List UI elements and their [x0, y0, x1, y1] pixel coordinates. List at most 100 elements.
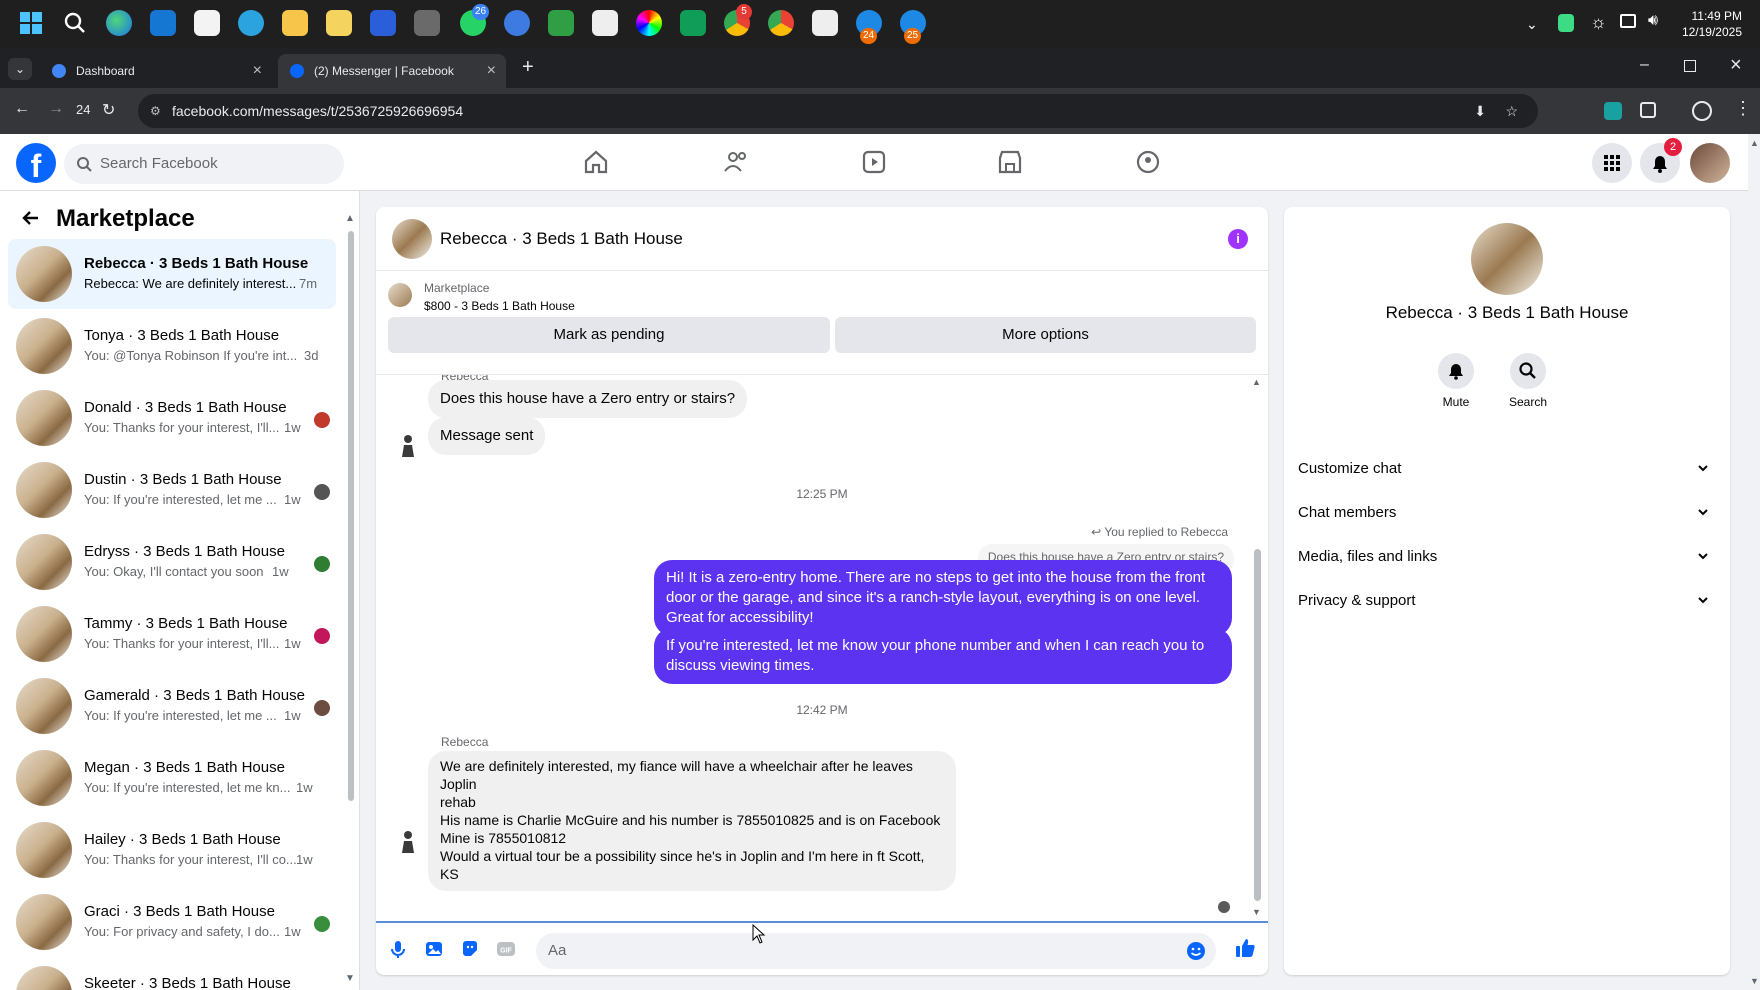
incoming-message[interactable]: Message sent — [428, 417, 546, 455]
close-tab-icon[interactable]: × — [253, 54, 262, 88]
windows-start-icon[interactable] — [18, 10, 44, 36]
marketplace-icon[interactable] — [990, 144, 1030, 180]
tray-security-icon[interactable] — [1558, 14, 1574, 32]
page-scroll-up-icon[interactable]: ▲ — [1750, 138, 1759, 148]
outgoing-message[interactable]: Hi! It is a zero-entry home. There are n… — [654, 560, 1232, 636]
install-app-icon[interactable]: ⬇ — [1474, 94, 1486, 128]
conversation-item[interactable]: Tammy · 3 Beds 1 Bath House You: Thanks … — [8, 599, 336, 669]
app-icon-3[interactable] — [504, 10, 530, 36]
info-icon[interactable]: i — [1228, 229, 1248, 249]
search-input[interactable]: Search Facebook — [64, 144, 344, 184]
address-bar[interactable]: ⚙ facebook.com/messages/t/25367259266969… — [138, 94, 1538, 128]
account-avatar[interactable] — [1690, 143, 1730, 183]
chat-members-row[interactable]: Chat members — [1298, 493, 1716, 533]
store-icon[interactable] — [194, 10, 220, 36]
app-icon-6[interactable] — [812, 10, 838, 36]
conversation-item[interactable]: Megan · 3 Beds 1 Bath House You: If you'… — [8, 743, 336, 813]
app-icon-4[interactable] — [592, 10, 618, 36]
site-info-icon[interactable]: ⚙ — [150, 94, 161, 128]
close-window-icon[interactable]: × — [1730, 54, 1742, 77]
microphone-icon[interactable] — [388, 939, 408, 959]
conversation-list-scrollbar[interactable] — [348, 231, 354, 801]
restore-icon[interactable] — [1684, 60, 1696, 72]
tray-chevron-icon[interactable]: ⌄ — [1526, 16, 1538, 33]
more-options-button[interactable]: More options — [835, 317, 1256, 353]
mute-button[interactable]: Mute — [1424, 353, 1488, 409]
gif-icon[interactable]: GIF — [496, 939, 516, 959]
details-avatar[interactable] — [1471, 223, 1543, 295]
tab-dashboard[interactable]: Dashboard × — [40, 54, 272, 88]
scroll-down-icon[interactable]: ▼ — [345, 973, 355, 984]
mark-as-pending-button[interactable]: Mark as pending — [388, 317, 830, 353]
browser-menu-icon[interactable]: ⋮ — [1734, 98, 1752, 119]
notepad-icon[interactable] — [326, 10, 352, 36]
home-icon[interactable] — [576, 144, 616, 180]
reload-icon[interactable]: ↻ — [102, 100, 115, 120]
app-icon-2[interactable] — [414, 10, 440, 36]
minimize-icon[interactable]: – — [1640, 56, 1649, 74]
listing-thumbnail[interactable] — [388, 283, 412, 307]
conversation-item[interactable]: Gamerald · 3 Beds 1 Bath House You: If y… — [8, 671, 336, 741]
page-scroll-down-icon[interactable]: ▼ — [1750, 976, 1759, 986]
network-icon[interactable] — [1620, 14, 1636, 28]
volume-icon[interactable]: 🔊︎ — [1648, 12, 1658, 30]
customize-chat-row[interactable]: Customize chat — [1298, 449, 1716, 489]
media-files-links-row[interactable]: Media, files and links — [1298, 537, 1716, 577]
conversation-item[interactable]: Tonya · 3 Beds 1 Bath House You: @Tonya … — [8, 311, 336, 381]
scroll-down-icon[interactable]: ▼ — [1252, 907, 1261, 917]
conversation-item[interactable]: Rebecca · 3 Beds 1 Bath House Rebecca: W… — [8, 239, 336, 309]
sender-avatar-icon[interactable] — [394, 431, 422, 459]
conversation-item[interactable]: Dustin · 3 Beds 1 Bath House You: If you… — [8, 455, 336, 525]
message-input[interactable]: Aa — [536, 933, 1216, 969]
conversation-item[interactable]: Skeeter · 3 Beds 1 Bath House — [8, 959, 336, 990]
forward-icon[interactable]: → — [48, 100, 64, 118]
bookmark-star-icon[interactable]: ☆ — [1505, 94, 1518, 128]
friends-icon[interactable] — [716, 144, 756, 180]
profile-icon[interactable] — [1692, 101, 1712, 121]
file-explorer-icon[interactable] — [282, 10, 308, 36]
color-app-icon[interactable] — [636, 10, 662, 36]
app-icon[interactable] — [370, 10, 396, 36]
message-scrollbar[interactable] — [1254, 549, 1261, 901]
outlook-icon[interactable] — [150, 10, 176, 36]
conversation-item[interactable]: Hailey · 3 Beds 1 Bath House You: Thanks… — [8, 815, 336, 885]
sticker-icon[interactable] — [460, 939, 480, 959]
watch-icon[interactable] — [854, 144, 894, 180]
app-icon-5[interactable] — [680, 10, 706, 36]
edge-icon[interactable] — [106, 10, 132, 36]
tab-messenger[interactable]: (2) Messenger | Facebook × — [278, 54, 506, 88]
search-icon[interactable] — [62, 10, 88, 36]
facebook-logo-icon[interactable]: f — [16, 143, 56, 184]
outgoing-message[interactable]: If you're interested, let me know your p… — [654, 628, 1232, 684]
privacy-support-row[interactable]: Privacy & support — [1298, 581, 1716, 621]
close-tab-icon[interactable]: × — [487, 54, 496, 88]
tab-search-icon[interactable]: ⌄ — [8, 58, 32, 80]
scroll-up-icon[interactable]: ▲ — [1252, 377, 1261, 387]
search-conversation-button[interactable]: Search — [1496, 353, 1560, 409]
back-arrow-icon[interactable] — [20, 207, 42, 229]
incoming-message[interactable]: Does this house have a Zero entry or sta… — [428, 380, 748, 418]
like-thumb-icon[interactable] — [1234, 937, 1256, 959]
chat-avatar[interactable] — [392, 219, 432, 259]
menu-grid-icon[interactable] — [1592, 143, 1632, 183]
chrome-icon-2[interactable] — [768, 10, 794, 36]
emoji-icon[interactable] — [1186, 941, 1206, 961]
chat-title[interactable]: Rebecca · 3 Beds 1 Bath House — [440, 229, 683, 249]
conversation-item[interactable]: Edryss · 3 Beds 1 Bath House You: Okay, … — [8, 527, 336, 597]
conversation-item[interactable]: Donald · 3 Beds 1 Bath House You: Thanks… — [8, 383, 336, 453]
new-tab-icon[interactable]: + — [522, 56, 534, 79]
groups-icon[interactable] — [1128, 144, 1168, 180]
tray-clock[interactable]: 11:49 PM 12/19/2025 — [1682, 8, 1742, 40]
listing-description[interactable]: $800 - 3 Beds 1 Bath House — [424, 299, 575, 313]
telegram-icon[interactable] — [238, 10, 264, 36]
scroll-up-icon[interactable]: ▲ — [345, 213, 355, 224]
back-icon[interactable]: ← — [14, 100, 30, 118]
photo-icon[interactable] — [424, 939, 444, 959]
sender-avatar-icon[interactable] — [394, 827, 422, 855]
extensions-puzzle-icon[interactable] — [1640, 102, 1656, 118]
extension-icon[interactable] — [1604, 102, 1622, 120]
brightness-icon[interactable]: ☼ — [1590, 12, 1607, 33]
vpn-icon[interactable] — [548, 10, 574, 36]
incoming-message[interactable]: We are definitely interested, my fiance … — [428, 751, 956, 891]
conversation-item[interactable]: Graci · 3 Beds 1 Bath House You: For pri… — [8, 887, 336, 957]
